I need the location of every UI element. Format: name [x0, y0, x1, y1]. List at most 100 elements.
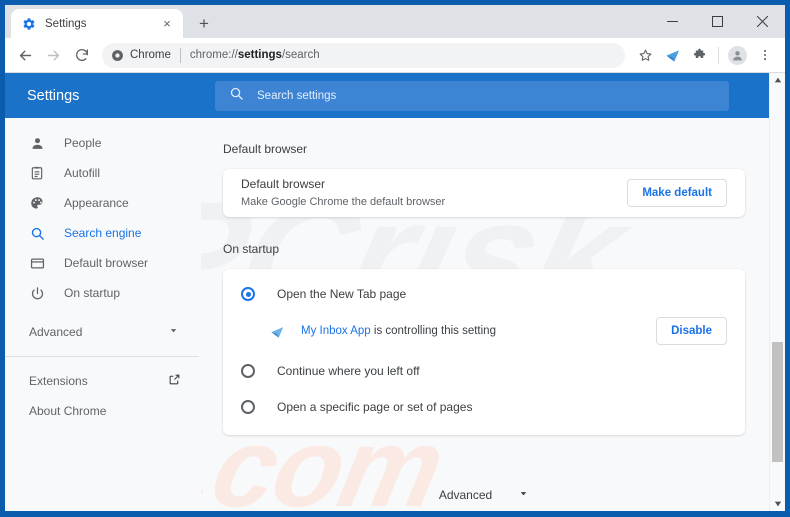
- back-arrow-icon[interactable]: [12, 42, 39, 69]
- sidebar-item-autofill[interactable]: Autofill: [5, 158, 201, 188]
- toolbar-right-icons: [632, 42, 778, 69]
- startup-option-label: Continue where you left off: [277, 364, 420, 378]
- scroll-up-arrow-icon[interactable]: [770, 73, 785, 87]
- chrome-chip-label: Chrome: [130, 49, 171, 61]
- chevron-down-icon: [518, 486, 529, 504]
- sidebar-item-people[interactable]: People: [5, 128, 201, 158]
- radio-button[interactable]: [241, 400, 255, 414]
- omnibox-url: chrome://settings/search: [190, 49, 616, 61]
- tab-strip: Settings × +: [5, 5, 785, 38]
- sidebar-item-on-startup[interactable]: On startup: [5, 278, 201, 308]
- toolbar-divider: [718, 46, 719, 64]
- extension-notice-rest: is controlling this setting: [370, 325, 496, 337]
- star-icon[interactable]: [632, 42, 659, 69]
- window-controls: [650, 5, 785, 38]
- search-input[interactable]: Search settings: [215, 80, 729, 111]
- extension-name-link[interactable]: My Inbox App: [301, 325, 371, 337]
- maximize-icon[interactable]: [695, 5, 740, 38]
- on-startup-card: Open the New Tab page My Inbox App is co…: [223, 269, 745, 435]
- default-browser-title: Default browser: [241, 177, 326, 191]
- sidebar-item-label: Appearance: [64, 196, 129, 210]
- sidebar-item-extensions[interactable]: Extensions: [5, 366, 201, 396]
- person-icon: [29, 135, 45, 151]
- startup-option-new-tab[interactable]: Open the New Tab page: [223, 269, 745, 309]
- sidebar-item-label: Default browser: [64, 256, 149, 270]
- forward-arrow-icon[interactable]: [40, 42, 67, 69]
- puzzle-icon[interactable]: [686, 42, 713, 69]
- default-browser-card: Default browser Make Google Chrome the d…: [223, 169, 745, 217]
- power-icon: [29, 285, 45, 301]
- sidebar-item-default-browser[interactable]: Default browser: [5, 248, 201, 278]
- startup-option-label: Open the New Tab page: [277, 287, 407, 301]
- scrollbar-thumb[interactable]: [772, 342, 783, 462]
- advanced-expander[interactable]: Advanced: [223, 460, 745, 504]
- url-suffix: /search: [281, 49, 320, 61]
- chrome-settings-icon: [112, 49, 123, 61]
- sidebar-item-label: Search engine: [64, 226, 142, 240]
- section-heading-default-browser: Default browser: [223, 142, 308, 156]
- tab-settings[interactable]: Settings ×: [11, 9, 183, 38]
- tab-close-icon[interactable]: ×: [159, 16, 175, 32]
- sidebar-item-label: Autofill: [64, 166, 101, 180]
- startup-option-specific-page[interactable]: Open a specific page or set of pages: [223, 389, 745, 435]
- radio-button[interactable]: [241, 364, 255, 378]
- reload-icon[interactable]: [68, 42, 95, 69]
- sidebar-item-about-chrome[interactable]: About Chrome: [5, 396, 201, 426]
- sidebar-item-label: On startup: [64, 286, 121, 300]
- vertical-scrollbar[interactable]: [769, 73, 785, 511]
- chrome-settings-chip: Chrome: [111, 49, 171, 62]
- settings-body: People Autofill Appearance Search engine…: [5, 118, 785, 511]
- sidebar-item-search-engine[interactable]: Search engine: [5, 218, 201, 248]
- browser-toolbar: Chrome chrome://settings/search: [5, 38, 785, 73]
- extension-notice-text: My Inbox App is controlling this setting: [301, 325, 640, 337]
- palette-icon: [29, 195, 45, 211]
- browser-window-icon: [29, 255, 45, 271]
- page-title: Settings: [27, 87, 80, 104]
- three-dot-menu-icon[interactable]: [751, 42, 778, 69]
- sidebar-item-advanced[interactable]: Advanced: [5, 317, 201, 347]
- default-browser-subtitle: Make Google Chrome the default browser: [241, 196, 446, 208]
- minimize-icon[interactable]: [650, 5, 695, 38]
- default-browser-row: Default browser Make Google Chrome the d…: [223, 169, 745, 217]
- search-icon: [229, 86, 244, 106]
- url-prefix: chrome://: [189, 49, 238, 61]
- scroll-down-arrow-icon[interactable]: [770, 497, 785, 511]
- avatar[interactable]: [724, 42, 751, 69]
- settings-page: PCrisk risk.com Settings Search settings: [5, 73, 785, 511]
- sidebar-item-label: People: [64, 136, 102, 150]
- tab-title: Settings: [45, 17, 87, 30]
- default-browser-text: Default browser Make Google Chrome the d…: [241, 176, 627, 210]
- avatar-icon: [728, 45, 747, 65]
- clipboard-icon: [29, 165, 45, 181]
- startup-option-continue[interactable]: Continue where you left off: [223, 353, 745, 389]
- sidebar: People Autofill Appearance Search engine…: [5, 118, 201, 511]
- browser-window: Settings × + Chrome chrome://settings/se…: [0, 0, 790, 517]
- settings-header: Settings Search settings: [5, 73, 785, 118]
- sidebar-divider: [5, 356, 199, 357]
- paper-plane-icon: [269, 323, 285, 339]
- sidebar-advanced-label: Advanced: [29, 325, 83, 339]
- sidebar-extensions-label: Extensions: [29, 374, 88, 388]
- search-placeholder: Search settings: [257, 89, 337, 102]
- chevron-down-icon: [168, 325, 179, 339]
- close-icon[interactable]: [740, 5, 785, 38]
- disable-extension-button[interactable]: Disable: [656, 317, 727, 345]
- browser-window-inner: Settings × + Chrome chrome://settings/se…: [5, 5, 785, 511]
- address-bar[interactable]: Chrome chrome://settings/search: [102, 42, 625, 68]
- external-link-icon: [168, 373, 181, 389]
- search-icon: [29, 225, 45, 241]
- paper-plane-icon[interactable]: [659, 42, 686, 69]
- section-heading-on-startup: On startup: [223, 242, 280, 256]
- make-default-button[interactable]: Make default: [627, 179, 727, 207]
- settings-content: Default browser Default browser Make Goo…: [201, 118, 785, 511]
- sidebar-item-appearance[interactable]: Appearance: [5, 188, 201, 218]
- url-bold: settings: [237, 49, 282, 61]
- radio-button-selected[interactable]: [241, 287, 255, 301]
- gear-icon: [22, 17, 36, 31]
- advanced-expander-label: Advanced: [438, 488, 493, 502]
- sidebar-about-label: About Chrome: [29, 404, 107, 418]
- extension-control-notice: My Inbox App is controlling this setting…: [223, 309, 745, 353]
- omnibox-divider: [179, 47, 181, 63]
- new-tab-button[interactable]: +: [191, 10, 217, 36]
